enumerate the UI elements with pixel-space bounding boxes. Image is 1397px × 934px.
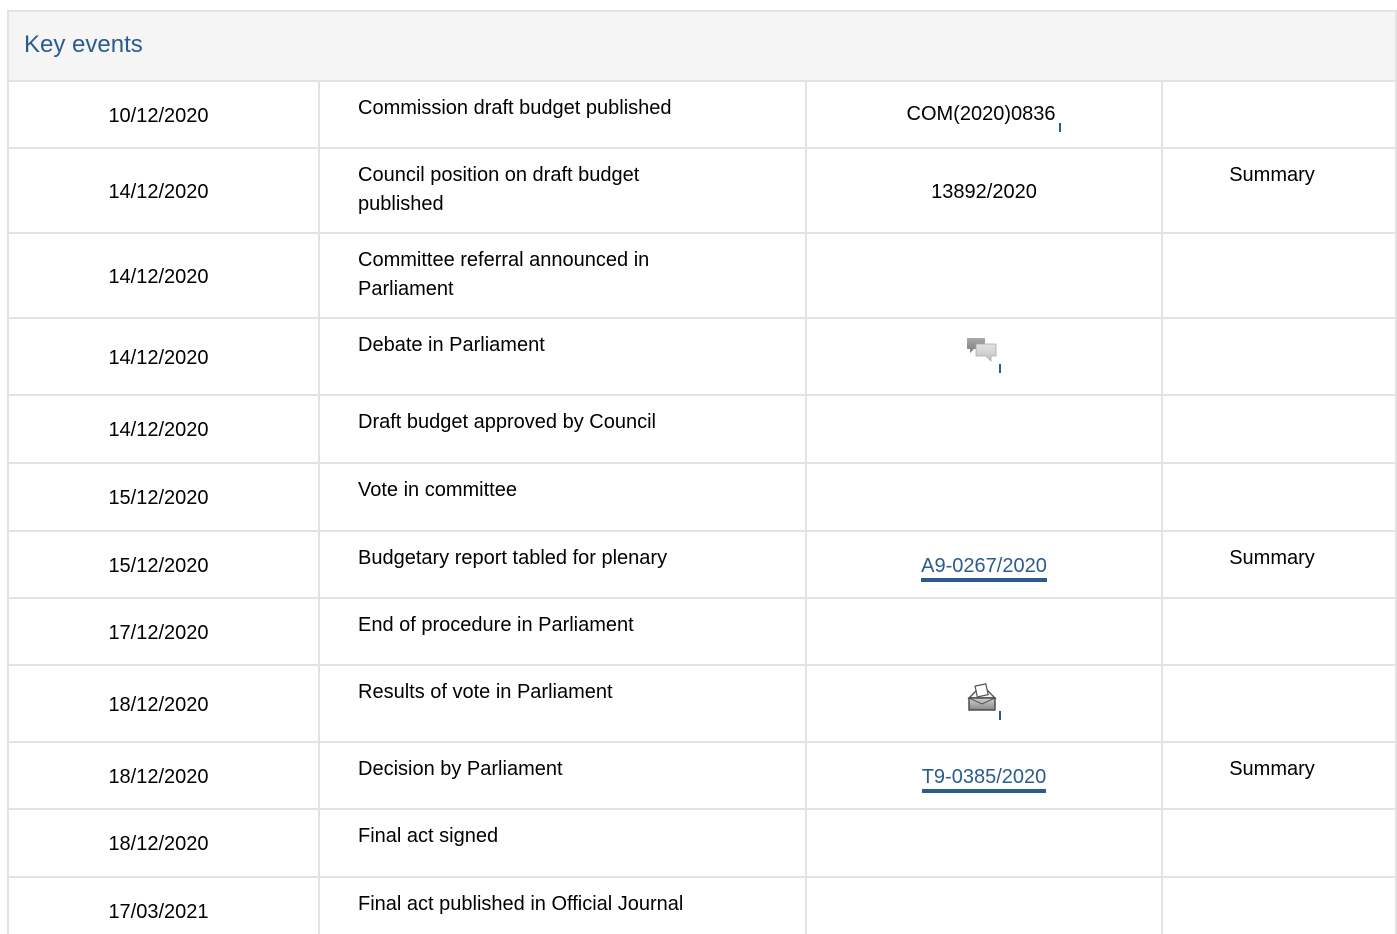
event-date: 10/12/2020 bbox=[9, 82, 320, 149]
event-date: 15/12/2020 bbox=[9, 463, 320, 532]
panel-header: Key events bbox=[9, 12, 1395, 82]
event-document bbox=[806, 318, 1163, 396]
event-document: A9-0267/2020 bbox=[806, 531, 1163, 599]
event-description: Commission draft budget published bbox=[319, 82, 807, 149]
link-marker bbox=[999, 710, 1001, 720]
event-row: 18/12/2020 Final act signed bbox=[9, 809, 1395, 878]
event-document bbox=[806, 598, 1163, 666]
event-row: 18/12/2020 Decision by Parliament T9-038… bbox=[9, 742, 1395, 810]
event-row: 15/12/2020 Vote in committee bbox=[9, 463, 1395, 532]
summary-link[interactable]: Summary bbox=[1162, 742, 1395, 810]
key-events-table: 10/12/2020 Commission draft budget publi… bbox=[9, 82, 1395, 934]
event-document bbox=[806, 877, 1163, 934]
event-row: 17/03/2021 Final act published in Offici… bbox=[9, 877, 1395, 934]
document-reference[interactable]: 13892/2020 bbox=[931, 181, 1037, 203]
event-document: 13892/2020 bbox=[806, 148, 1163, 234]
event-row: 18/12/2020 Results of vote in Parliament bbox=[9, 665, 1395, 743]
event-summary bbox=[1162, 463, 1395, 532]
event-row: 14/12/2020 Council position on draft bud… bbox=[9, 148, 1395, 234]
event-document bbox=[806, 233, 1163, 319]
event-summary bbox=[1162, 877, 1395, 934]
event-row: 14/12/2020 Committee referral announced … bbox=[9, 233, 1395, 319]
link-marker bbox=[1059, 123, 1062, 132]
event-date: 14/12/2020 bbox=[9, 395, 320, 464]
event-summary bbox=[1162, 395, 1395, 464]
debate-link[interactable] bbox=[965, 335, 1001, 373]
debate-icon bbox=[967, 337, 997, 362]
event-description: Committee referral announced in Parliame… bbox=[319, 233, 807, 319]
event-description: Results of vote in Parliament bbox=[319, 665, 807, 743]
link-marker bbox=[999, 363, 1001, 373]
event-description: Vote in committee bbox=[319, 463, 807, 532]
key-events-panel: Key events 10/12/2020 Commission draft b… bbox=[7, 10, 1397, 934]
event-row: 10/12/2020 Commission draft budget publi… bbox=[9, 82, 1395, 149]
event-row: 14/12/2020 Debate in Parliament bbox=[9, 318, 1395, 396]
event-description: Council position on draft budget publish… bbox=[319, 148, 807, 234]
event-date: 14/12/2020 bbox=[9, 318, 320, 396]
event-description: Budgetary report tabled for plenary bbox=[319, 531, 807, 599]
event-date: 18/12/2020 bbox=[9, 665, 320, 743]
event-date: 15/12/2020 bbox=[9, 531, 320, 599]
summary-link[interactable]: Summary bbox=[1162, 148, 1395, 234]
event-date: 14/12/2020 bbox=[9, 233, 320, 319]
event-document bbox=[806, 809, 1163, 878]
event-date: 14/12/2020 bbox=[9, 148, 320, 234]
event-summary bbox=[1162, 665, 1395, 743]
event-document: T9-0385/2020 bbox=[806, 742, 1163, 810]
event-date: 18/12/2020 bbox=[9, 742, 320, 810]
event-document bbox=[806, 665, 1163, 743]
document-reference[interactable]: COM(2020)0836 bbox=[907, 103, 1056, 125]
document-link[interactable]: A9-0267/2020 bbox=[921, 554, 1047, 582]
event-document bbox=[806, 463, 1163, 532]
event-description: Draft budget approved by Council bbox=[319, 395, 807, 464]
document-link[interactable]: T9-0385/2020 bbox=[921, 765, 1047, 793]
event-document bbox=[806, 395, 1163, 464]
event-description: End of procedure in Parliament bbox=[319, 598, 807, 666]
event-date: 17/03/2021 bbox=[9, 877, 320, 934]
event-date: 17/12/2020 bbox=[9, 598, 320, 666]
event-summary bbox=[1162, 809, 1395, 878]
vote-results-icon bbox=[967, 682, 997, 711]
event-summary bbox=[1162, 82, 1395, 149]
event-summary bbox=[1162, 233, 1395, 319]
event-description: Final act published in Official Journal bbox=[319, 877, 807, 934]
event-row: 14/12/2020 Draft budget approved by Coun… bbox=[9, 395, 1395, 464]
event-row: 15/12/2020 Budgetary report tabled for p… bbox=[9, 531, 1395, 599]
event-date: 18/12/2020 bbox=[9, 809, 320, 878]
event-document: COM(2020)0836 bbox=[806, 82, 1163, 149]
event-summary bbox=[1162, 598, 1395, 666]
event-description: Final act signed bbox=[319, 809, 807, 878]
event-description: Decision by Parliament bbox=[319, 742, 807, 810]
event-description: Debate in Parliament bbox=[319, 318, 807, 396]
summary-link[interactable]: Summary bbox=[1162, 531, 1395, 599]
event-summary bbox=[1162, 318, 1395, 396]
panel-title: Key events bbox=[24, 31, 143, 58]
event-row: 17/12/2020 End of procedure in Parliamen… bbox=[9, 598, 1395, 666]
vote-results-link[interactable] bbox=[965, 682, 1001, 720]
